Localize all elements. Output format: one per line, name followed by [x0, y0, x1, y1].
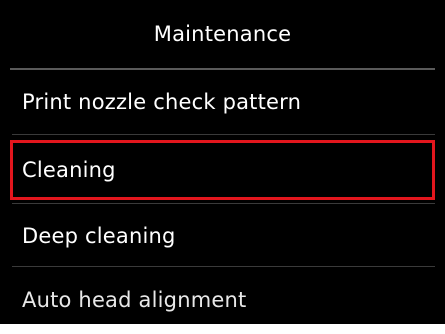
- menu-item-auto-head-alignment[interactable]: Auto head alignment: [12, 270, 435, 324]
- menu-item-cleaning[interactable]: Cleaning: [10, 140, 435, 200]
- printer-lcd-screen: Maintenance Print nozzle check pattern C…: [0, 0, 445, 324]
- menu-divider: [12, 266, 435, 267]
- menu-divider: [12, 203, 435, 204]
- menu-divider: [12, 134, 435, 135]
- menu-item-print-nozzle-check-pattern[interactable]: Print nozzle check pattern: [12, 72, 435, 132]
- page-title: Maintenance: [153, 22, 292, 46]
- menu-item-deep-cleaning[interactable]: Deep cleaning: [12, 206, 435, 266]
- title-divider: [10, 68, 435, 70]
